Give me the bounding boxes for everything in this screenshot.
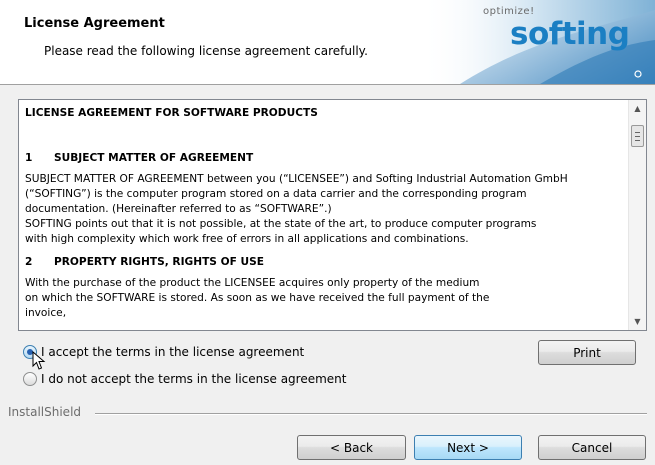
footer-divider: [95, 413, 647, 415]
section-heading-2: 2 PROPERTY RIGHTS, RIGHTS OF USE: [25, 255, 617, 270]
license-line: (“SOFTING”) is the computer program stor…: [25, 188, 527, 200]
section-title-2: PROPERTY RIGHTS, RIGHTS OF USE: [54, 256, 265, 268]
page-title: License Agreement: [24, 16, 165, 31]
page-subtitle: Please read the following license agreem…: [44, 44, 368, 58]
section-title-1: SUBJECT MATTER OF AGREEMENT: [54, 152, 254, 164]
accept-label[interactable]: I accept the terms in the license agreem…: [41, 345, 304, 359]
license-line: on which the SOFTWARE is stored. As soon…: [25, 292, 490, 304]
accept-option[interactable]: I accept the terms in the license agreem…: [23, 344, 304, 360]
section-number-1: 1: [25, 152, 33, 164]
license-line: SOFTING points out that it is not possib…: [25, 218, 537, 230]
mouse-cursor-icon: [32, 351, 46, 370]
next-button[interactable]: Next >: [414, 435, 522, 460]
license-line: SUBJECT MATTER OF AGREEMENT between you …: [25, 173, 568, 185]
installshield-brand: InstallShield: [8, 405, 82, 419]
cancel-button[interactable]: Cancel: [538, 435, 646, 460]
section-number-2: 2: [25, 256, 33, 268]
license-text: LICENSE AGREEMENT FOR SOFTWARE PRODUCTS …: [25, 106, 617, 321]
license-line: documentation. (Hereinafter referred to …: [25, 203, 332, 215]
decline-option[interactable]: I do not accept the terms in the license…: [23, 371, 347, 387]
softing-logo: softing: [510, 16, 630, 52]
section-heading-1: 1 SUBJECT MATTER OF AGREEMENT: [25, 151, 617, 166]
license-line: invoice,: [25, 307, 67, 319]
vertical-scrollbar[interactable]: ▲ ▼: [628, 100, 646, 330]
license-title: LICENSE AGREEMENT FOR SOFTWARE PRODUCTS: [25, 107, 318, 119]
license-text-box[interactable]: LICENSE AGREEMENT FOR SOFTWARE PRODUCTS …: [18, 99, 647, 331]
decline-label[interactable]: I do not accept the terms in the license…: [41, 372, 347, 386]
dialog-header: License Agreement Please read the follow…: [0, 0, 655, 85]
license-line: with high complexity which work free of …: [25, 233, 469, 245]
print-button[interactable]: Print: [538, 340, 636, 365]
scrollbar-thumb[interactable]: [631, 125, 644, 147]
scroll-down-arrow-icon[interactable]: ▼: [629, 313, 646, 330]
decline-radio[interactable]: [23, 372, 37, 386]
back-button[interactable]: < Back: [297, 435, 406, 460]
license-line: With the purchase of the product the LIC…: [25, 277, 480, 289]
scroll-up-arrow-icon[interactable]: ▲: [629, 100, 646, 117]
